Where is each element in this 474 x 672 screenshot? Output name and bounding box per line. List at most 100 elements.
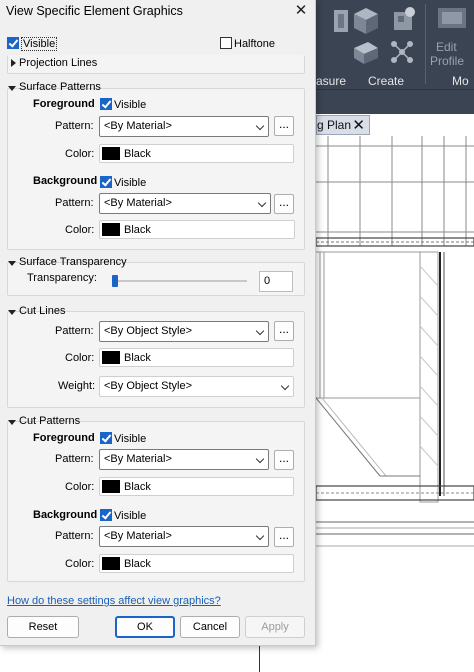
cp-background-pattern-label: Pattern: [55,530,94,542]
ok-button[interactable]: OK [115,616,175,638]
expand-chevron-icon[interactable] [11,59,16,67]
chevron-down-icon [255,454,265,464]
projection-lines-header[interactable]: Projection Lines [19,57,97,69]
cp-background-pattern-browse-button[interactable]: ... [274,527,294,547]
cp-foreground-pattern-label: Pattern: [55,453,94,465]
view-tab-label: g Plan [317,118,352,132]
sp-foreground-pattern-select[interactable]: <By Material> [99,116,269,137]
cut-patterns-header[interactable]: Cut Patterns [19,415,80,427]
sp-foreground-color-value: Black [124,148,151,160]
cut-lines-color-button[interactable]: Black [99,348,294,367]
chevron-down-icon [257,198,267,208]
sweep-icon[interactable] [350,36,382,68]
ribbon-measure-label[interactable]: asure [316,74,346,88]
sp-foreground-visible-checkbox[interactable] [100,98,112,110]
collapse-chevron-icon[interactable] [8,86,16,91]
close-icon[interactable]: ✕ [292,1,310,21]
sp-foreground-color-label: Color: [65,148,95,160]
cp-foreground-pattern-value: <By Material> [104,453,172,465]
form-icon[interactable] [388,4,418,36]
cp-background-visible-label[interactable]: Visible [114,510,146,522]
cut-lines-header[interactable]: Cut Lines [19,305,65,317]
floor-plan-drawing [316,136,474,547]
drawing-canvas[interactable] [316,136,474,672]
sp-foreground-visible-label[interactable]: Visible [114,99,146,111]
sp-foreground-color-button[interactable]: Black [99,144,294,163]
profile-label: Profile [430,54,465,68]
view-tab-bar [316,89,474,114]
visible-label[interactable]: Visible [21,37,58,51]
color-swatch [102,351,120,364]
cut-lines-pattern-select[interactable]: <By Object Style> [99,321,269,342]
cp-foreground-color-value: Black [124,481,151,493]
sp-background-visible-checkbox[interactable] [100,176,112,188]
ribbon-tool-icon[interactable] [330,6,352,36]
cp-background-visible-checkbox[interactable] [100,509,112,521]
cp-foreground-visible-label[interactable]: Visible [114,433,146,445]
cp-foreground-heading: Foreground [33,432,95,444]
sp-foreground-pattern-label: Pattern: [55,120,94,132]
cp-background-color-button[interactable]: Black [99,554,294,573]
view-tab[interactable]: g Plan ✕ [316,115,370,135]
surface-patterns-header[interactable]: Surface Patterns [19,81,101,93]
sp-background-pattern-browse-button[interactable]: ... [274,194,294,214]
chevron-down-icon [280,381,290,391]
cp-background-color-value: Black [124,558,151,570]
cut-lines-color-label: Color: [65,352,95,364]
cut-lines-pattern-browse-button[interactable]: ... [274,321,294,341]
cut-lines-weight-label: Weight: [58,380,96,392]
cut-lines-color-value: Black [124,352,151,364]
color-swatch [102,223,120,236]
chevron-down-icon [255,121,265,131]
sp-foreground-pattern-value: <By Material> [104,120,172,132]
chevron-down-icon [255,326,265,336]
collapse-chevron-icon[interactable] [8,310,16,315]
edit-label: Edit [436,40,457,54]
sp-background-color-button[interactable]: Black [99,220,295,239]
edit-profile-icon[interactable] [432,4,472,32]
help-link[interactable]: How do these settings affect view graphi… [7,595,221,607]
transparency-slider-thumb[interactable] [112,275,118,287]
transparency-label: Transparency: [27,272,97,284]
sp-background-color-value: Black [124,224,151,236]
cut-lines-weight-select[interactable]: <By Object Style> [99,376,294,397]
cancel-button[interactable]: Cancel [180,616,240,638]
sp-background-visible-label[interactable]: Visible [114,177,146,189]
visible-checkbox[interactable] [7,37,19,49]
color-swatch [102,480,120,493]
surface-transparency-header[interactable]: Surface Transparency [19,256,127,268]
ribbon-create-label[interactable]: Create [368,74,404,88]
sp-background-pattern-select[interactable]: <By Material> [99,193,271,214]
cut-lines-pattern-label: Pattern: [55,325,94,337]
sp-background-pattern-value: <By Material> [104,197,172,209]
canvas-edge-line [259,646,260,672]
ribbon-modify-label[interactable]: Mo [452,74,469,88]
transparency-slider-track[interactable] [114,280,247,282]
transparency-value-input[interactable]: 0 [259,271,293,292]
color-swatch [102,557,120,570]
view-tab-close-icon[interactable]: ✕ [352,116,365,134]
cp-background-color-label: Color: [65,558,95,570]
extrusion-icon[interactable] [350,4,382,36]
cp-background-pattern-value: <By Material> [104,530,172,542]
cp-foreground-visible-checkbox[interactable] [100,432,112,444]
halftone-checkbox[interactable] [220,37,232,49]
cut-lines-pattern-value: <By Object Style> [104,325,193,337]
color-swatch [102,147,120,160]
sp-foreground-pattern-browse-button[interactable]: ... [274,116,294,136]
reset-button[interactable]: Reset [7,616,79,638]
cp-foreground-pattern-browse-button[interactable]: ... [274,450,294,470]
void-form-icon[interactable] [388,38,418,68]
dialog-title: View Specific Element Graphics [6,4,183,18]
halftone-label[interactable]: Halftone [234,38,275,50]
collapse-chevron-icon[interactable] [8,420,16,425]
sp-background-color-label: Color: [65,224,95,236]
cp-foreground-color-label: Color: [65,481,95,493]
sp-background-pattern-label: Pattern: [55,197,94,209]
cp-foreground-pattern-select[interactable]: <By Material> [99,449,269,470]
cp-background-pattern-select[interactable]: <By Material> [99,526,269,547]
chevron-down-icon [255,531,265,541]
apply-button[interactable]: Apply [245,616,305,638]
cp-foreground-color-button[interactable]: Black [99,477,294,496]
collapse-chevron-icon[interactable] [8,261,16,266]
